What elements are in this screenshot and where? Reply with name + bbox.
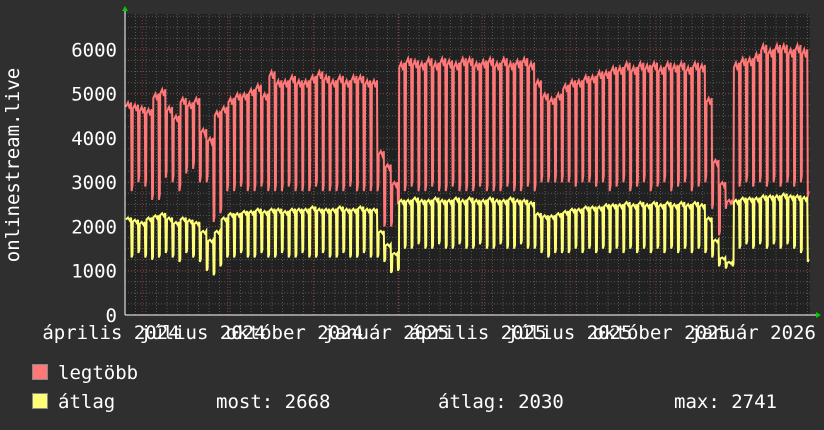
legend-avg: átlag most: 2668 átlag: 2030 max: 2741 bbox=[32, 391, 812, 413]
legend-swatch-avg bbox=[32, 393, 48, 409]
y-tick-label: 3000 bbox=[71, 172, 117, 194]
y-tick-label: 6000 bbox=[71, 39, 117, 61]
y-axis-label: onlinestream.live bbox=[2, 68, 24, 262]
legend-label-avg: átlag bbox=[58, 391, 116, 413]
legend-label-max: legtöbb bbox=[58, 362, 139, 384]
legend-swatch-max bbox=[32, 364, 48, 380]
y-tick-label: 1000 bbox=[71, 261, 117, 283]
y-tick-label: 2000 bbox=[71, 216, 117, 238]
stat-max: max: 2741 bbox=[674, 391, 777, 413]
y-tick-label: 4000 bbox=[71, 128, 117, 150]
legend-max: legtöbb bbox=[32, 362, 138, 384]
x-tick-label: január 2026 bbox=[690, 322, 816, 344]
y-axis-arrow-icon bbox=[122, 6, 128, 11]
chart: 0 1000 2000 3000 4000 5000 6000 április 2024 júl… bbox=[0, 0, 824, 430]
x-axis-arrow-icon bbox=[816, 312, 821, 318]
stat-current: most: 2668 bbox=[216, 391, 331, 413]
y-tick-label: 5000 bbox=[71, 84, 117, 106]
stat-average: átlag: 2030 bbox=[438, 391, 564, 413]
